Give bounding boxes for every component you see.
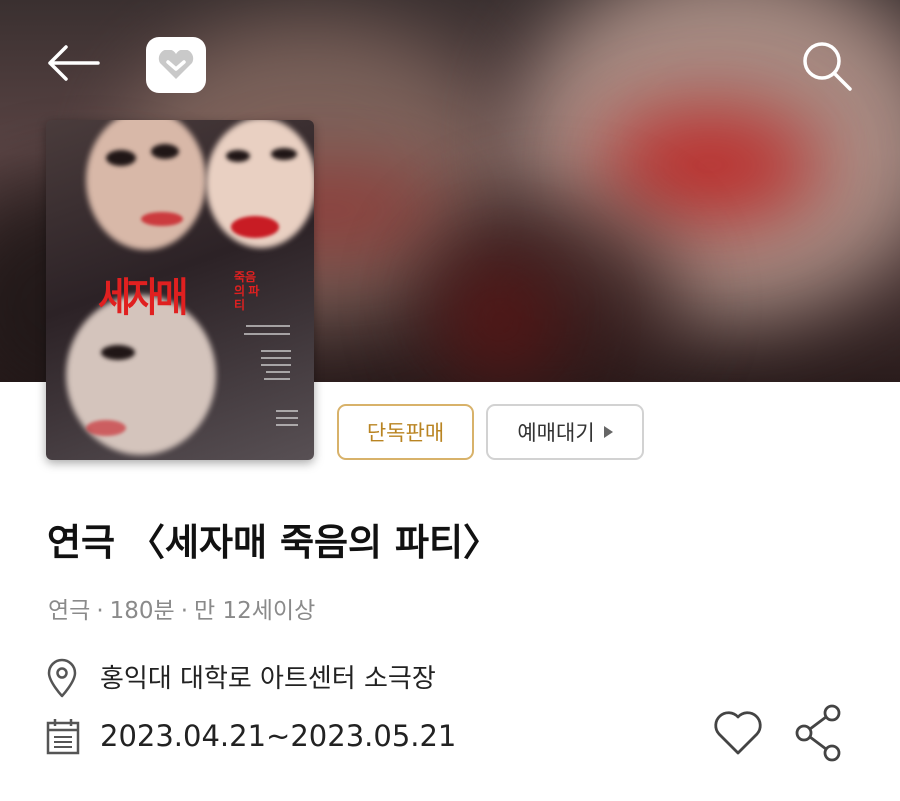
- genre-text: 연극: [48, 598, 91, 624]
- location-pin-icon: [46, 658, 78, 698]
- play-triangle-icon: [603, 426, 613, 438]
- show-title: 연극 〈세자매 죽음의 파티〉: [47, 521, 501, 564]
- exclusive-badge-label: 단독판매: [366, 421, 445, 445]
- date-range-text: 2023.04.21~2023.05.21: [100, 719, 457, 753]
- show-meta: 연극 · 180분 · 만 12세이상: [48, 598, 316, 624]
- booking-wait-button[interactable]: 예매대기: [486, 404, 644, 460]
- calendar-icon: [46, 717, 80, 755]
- age-rating-text: 만 12세이상: [194, 598, 316, 624]
- share-icon[interactable]: [792, 703, 844, 763]
- poster-title: 세자매: [98, 276, 188, 320]
- exclusive-badge: 단독판매: [337, 404, 474, 460]
- booking-wait-label: 예매대기: [517, 421, 595, 445]
- poster-image: 세자매 죽음의 파티: [46, 120, 314, 460]
- poster-subtitle: 죽음의 파티: [234, 270, 260, 312]
- heart-outline-icon[interactable]: [712, 707, 764, 759]
- runtime-text: 180분: [109, 598, 175, 624]
- arrow-left-icon[interactable]: [40, 35, 104, 91]
- heart-logo-icon[interactable]: [146, 37, 206, 93]
- venue-text: 홍익대 대학로 아트센터 소극장: [100, 664, 436, 694]
- search-icon[interactable]: [796, 35, 858, 97]
